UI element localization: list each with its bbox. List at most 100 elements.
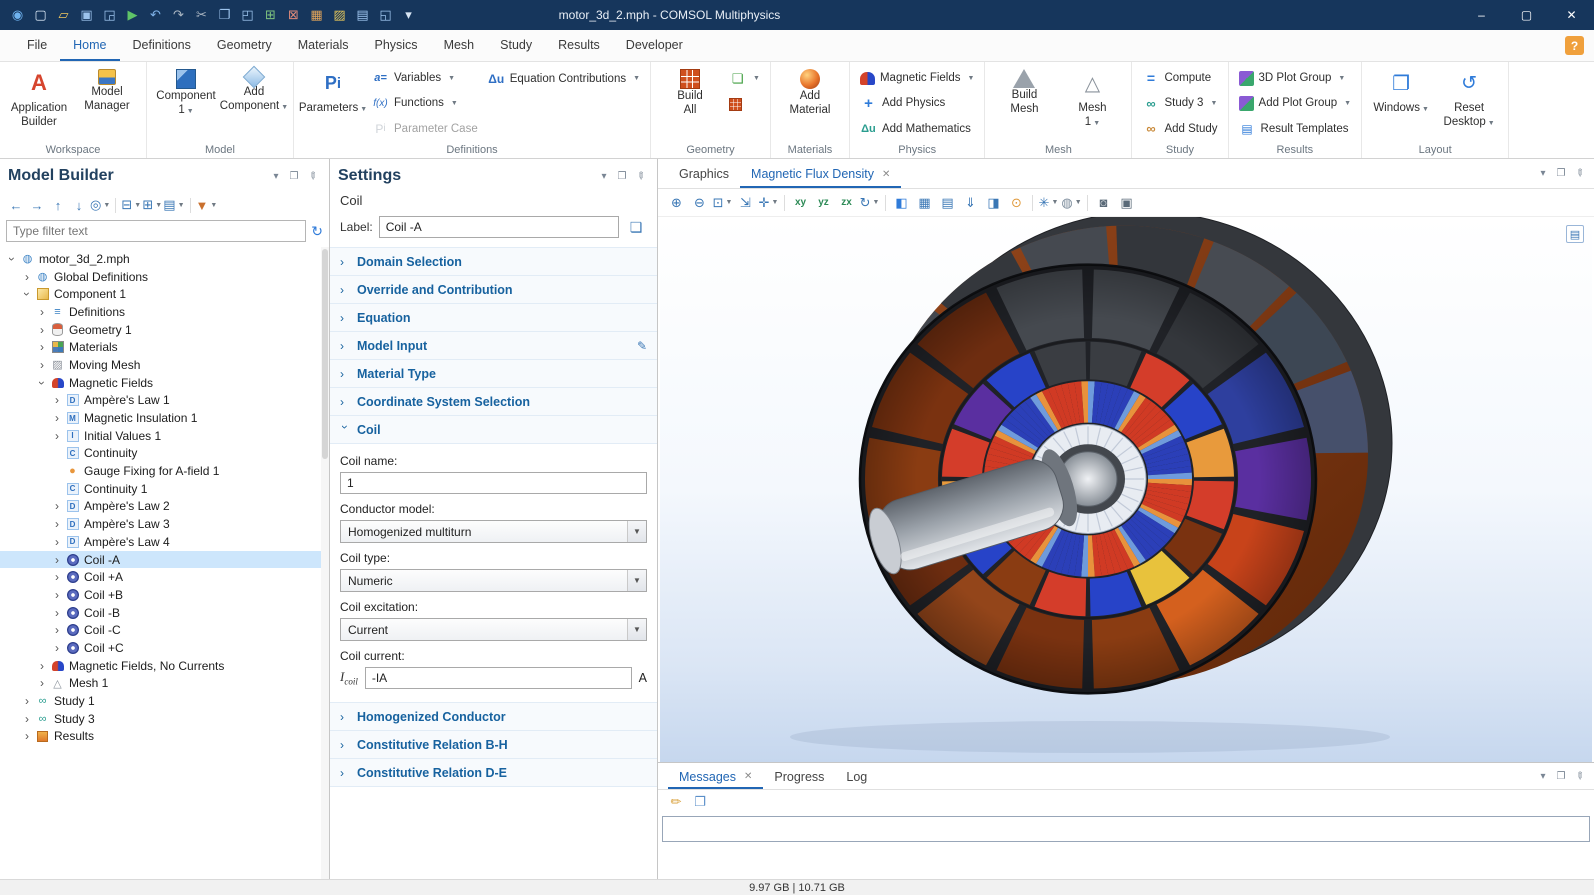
settings-float-icon[interactable]: ❐ — [613, 167, 631, 185]
show-properties-icon[interactable]: ❏ — [625, 216, 647, 238]
tree-item-results[interactable]: ›Results — [0, 728, 329, 746]
print-icon[interactable]: ▣ — [1116, 192, 1137, 213]
expand-arrow-icon[interactable]: › — [36, 660, 48, 672]
section-header-equation[interactable]: ›Equation — [330, 303, 657, 332]
equation-contributions-button[interactable]: ΔuEquation Contributions▼ — [484, 66, 644, 91]
close-tab-icon[interactable]: ✕ — [744, 771, 752, 782]
redo-icon[interactable]: ↷ — [167, 4, 190, 26]
update-view-icon[interactable]: ↻▼ — [859, 192, 880, 213]
tree-item-global-definitions[interactable]: ›◍Global Definitions — [0, 268, 329, 286]
expand-all-icon[interactable]: ⊞▼ — [142, 195, 162, 215]
undo-icon[interactable]: ↶ — [144, 4, 167, 26]
expand-arrow-icon[interactable]: › — [51, 589, 63, 601]
menu-tab-mesh[interactable]: Mesh — [431, 30, 488, 61]
geometry-window-button[interactable]: ❏▼ — [725, 66, 764, 91]
variables-button[interactable]: a=Variables▼ — [368, 66, 482, 90]
move-up-icon[interactable]: ↑ — [48, 195, 68, 215]
graphics-pin-icon[interactable]: ✎ — [1570, 165, 1588, 183]
section-header-homogenized-conductor[interactable]: ›Homogenized Conductor — [330, 702, 657, 731]
expand-arrow-icon[interactable]: › — [51, 430, 63, 442]
go-to-view-icon[interactable]: ✛▼ — [758, 192, 779, 213]
mesh-1-button[interactable]: △Mesh1▼ — [1059, 66, 1125, 130]
expand-arrow-icon[interactable]: › — [6, 253, 18, 265]
tree-item-geometry-1[interactable]: ›Geometry 1 — [0, 321, 329, 339]
expand-arrow-icon[interactable]: › — [36, 306, 48, 318]
tree-item-moving-mesh[interactable]: ›▨Moving Mesh — [0, 356, 329, 374]
tree-item-definitions[interactable]: ›≡Definitions — [0, 303, 329, 321]
save-as-icon[interactable]: ◲ — [98, 4, 121, 26]
model-builder-float-icon[interactable]: ❐ — [285, 167, 303, 185]
expand-arrow-icon[interactable]: › — [51, 536, 63, 548]
camera-icon[interactable]: ◙ — [1093, 192, 1114, 213]
cut-icon[interactable]: ✂ — [190, 4, 213, 26]
tree-item-continuity[interactable]: CContinuity — [0, 445, 329, 463]
messages-tab-messages[interactable]: Messages✕ — [668, 763, 763, 789]
toolbar-overflow-icon[interactable]: ▾ — [397, 4, 420, 26]
menu-tab-materials[interactable]: Materials — [285, 30, 362, 61]
view-zx-icon[interactable]: zx — [836, 192, 857, 213]
move-down-icon[interactable]: ↓ — [69, 195, 89, 215]
run-icon[interactable]: ▶ — [121, 4, 144, 26]
insert-row-icon[interactable]: ⊞ — [259, 4, 282, 26]
section-header-constitutive-relation-b-h[interactable]: ›Constitutive Relation B-H — [330, 730, 657, 759]
scene-light-icon[interactable]: ✳▼ — [1038, 192, 1059, 213]
zoom-out-icon[interactable]: ⊖ — [689, 192, 710, 213]
graphics-canvas[interactable]: ▤ — [658, 217, 1594, 762]
tree-item-gauge-fixing-for-a-field-1[interactable]: ●Gauge Fixing for A-field 1 — [0, 462, 329, 480]
paste-icon[interactable]: ◰ — [236, 4, 259, 26]
tree-item-coil-b[interactable]: ›Coil -B — [0, 604, 329, 622]
zoom-box-icon[interactable]: ⊡▼ — [712, 192, 733, 213]
compute-button[interactable]: =Compute — [1138, 66, 1221, 90]
menu-tab-developer[interactable]: Developer — [613, 30, 696, 61]
parameters-button[interactable]: PiParameters▼ — [300, 66, 366, 115]
expand-arrow-icon[interactable]: › — [51, 394, 63, 406]
expand-arrow-icon[interactable]: › — [51, 500, 63, 512]
clip-plane-icon[interactable]: ◨ — [983, 192, 1004, 213]
lock-axis-icon[interactable]: ⊙ — [1006, 192, 1027, 213]
plot-table-icon[interactable]: ▤ — [937, 192, 958, 213]
expand-arrow-icon[interactable]: › — [51, 412, 63, 424]
section-header-override-and-contribution[interactable]: ›Override and Contribution — [330, 275, 657, 304]
close-button[interactable]: ✕ — [1549, 0, 1594, 30]
menu-tab-definitions[interactable]: Definitions — [120, 30, 204, 61]
expand-arrow-icon[interactable]: › — [51, 571, 63, 583]
geometry-sequence-button[interactable] — [725, 92, 764, 117]
add-mathematics-button[interactable]: ΔuAdd Mathematics — [856, 117, 978, 141]
model-tree-filter-icon[interactable]: ▼▼ — [196, 195, 218, 215]
zoom-extents-icon[interactable]: ⇲ — [735, 192, 756, 213]
zoom-in-icon[interactable]: ⊕ — [666, 192, 687, 213]
tree-item-magnetic-fields[interactable]: ›Magnetic Fields — [0, 374, 329, 392]
graphics-context-icon[interactable]: ▤ — [1566, 225, 1584, 243]
section-header-coordinate-system-selection[interactable]: ›Coordinate System Selection — [330, 387, 657, 416]
add-component-button[interactable]: AddComponent▼ — [221, 66, 287, 114]
messages-float-icon[interactable]: ❐ — [1552, 767, 1570, 785]
new-file-icon[interactable]: ▢ — [29, 4, 52, 26]
tree-item-magnetic-fields-no-currents[interactable]: ›Magnetic Fields, No Currents — [0, 657, 329, 675]
transparency-icon[interactable]: ◧ — [891, 192, 912, 213]
expand-arrow-icon[interactable]: › — [51, 554, 63, 566]
minimize-button[interactable]: – — [1459, 0, 1504, 30]
coil-name-input[interactable] — [340, 472, 647, 494]
expand-arrow-icon[interactable]: › — [36, 377, 48, 389]
messages-tab-log[interactable]: Log — [835, 763, 878, 789]
menu-tab-home[interactable]: Home — [60, 30, 119, 61]
expand-arrow-icon[interactable]: › — [36, 359, 48, 371]
section-header-material-type[interactable]: ›Material Type — [330, 359, 657, 388]
export-plot-icon[interactable]: ⇓ — [960, 192, 981, 213]
expand-arrow-icon[interactable]: › — [51, 624, 63, 636]
model-manager-button[interactable]: ModelManager — [74, 66, 140, 114]
expand-arrow-icon[interactable]: › — [51, 642, 63, 654]
tree-item-study-3[interactable]: ›∞Study 3 — [0, 710, 329, 728]
copy-icon[interactable]: ❐ — [213, 4, 236, 26]
tree-item-amp-re-s-law-1[interactable]: ›DAmpère's Law 1 — [0, 392, 329, 410]
conductor-model-select[interactable]: Homogenized multiturn ▼ — [340, 520, 647, 543]
matrix-alt-icon[interactable]: ▨ — [328, 4, 351, 26]
delete-row-icon[interactable]: ⊠ — [282, 4, 305, 26]
tree-item-amp-re-s-law-4[interactable]: ›DAmpère's Law 4 — [0, 533, 329, 551]
coil-type-select[interactable]: Numeric ▼ — [340, 569, 647, 592]
edit-model-input-icon[interactable]: ✎ — [637, 339, 647, 353]
tree-item-mesh-1[interactable]: ›△Mesh 1 — [0, 675, 329, 693]
build-all-button[interactable]: BuildAll — [657, 66, 723, 118]
expand-arrow-icon[interactable]: › — [21, 713, 33, 725]
table-icon[interactable]: ▤ — [351, 4, 374, 26]
